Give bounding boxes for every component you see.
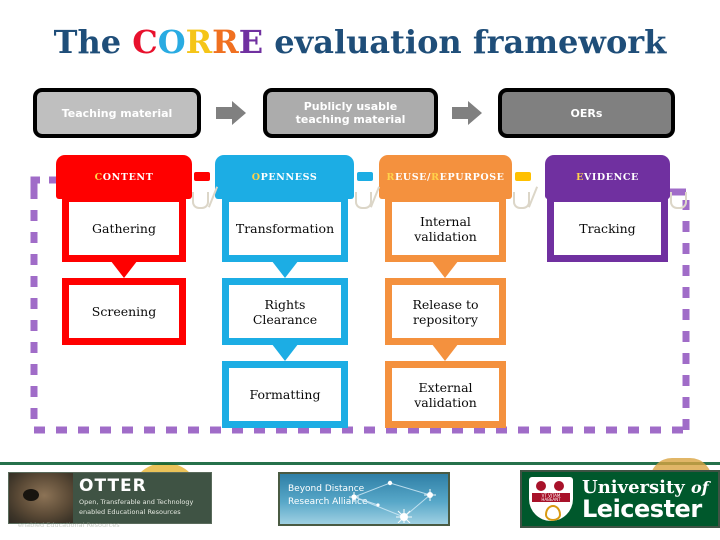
column-header-evidence-rest: VIDENCE [583,171,639,183]
process-cell-screening[interactable]: Screening [62,278,186,345]
column-header-content-initial: C [94,171,103,183]
logo-otter: OTTER Open, Transferable and Technology … [8,472,212,524]
title-prefix: The [53,23,133,61]
column-header-openness-rest: PENNESS [260,171,318,183]
header-connector-tab-2 [357,172,373,181]
logo-otter-ghost-text: enabled Educational Resources [18,521,120,529]
column-header-reuse-initial: R [386,171,395,183]
constellation-graphic-icon [349,480,436,523]
process-cell-transformation[interactable]: Transformation [222,195,348,262]
flow-box-teaching-material[interactable]: Teaching material [33,88,201,138]
logo-otter-name: OTTER [79,476,147,496]
crest-motto: VT VITAM HABEANT [532,493,570,502]
process-cell-rights-clearance-label: Rights Clearance [253,297,317,327]
process-cell-external-validation[interactable]: External validation [385,361,506,428]
process-cell-rights-clearance-line2: Clearance [252,311,318,327]
process-cell-tracking-label: Tracking [579,221,636,236]
process-cell-external-validation-line2: validation [414,394,477,410]
flow-box-oers[interactable]: OERs [498,88,675,138]
process-cell-rights-clearance-line1: Rights [264,296,306,312]
title-letter-r1: R [185,23,213,61]
logo-otter-tagline: Open, Transferable and Technology enable… [79,497,207,517]
process-cell-internal-validation-line2: validation [414,228,477,244]
process-cell-transformation-label: Transformation [235,221,335,236]
process-cell-external-validation-label: External validation [414,380,477,410]
process-cell-rights-clearance[interactable]: Rights Clearance [222,278,348,345]
connector-release-to-external-icon [428,339,462,361]
title-suffix: evaluation framework [263,23,667,61]
flow-box-publicly-usable-line2: teaching material [295,113,406,126]
crest-wyvern-icon [545,505,561,521]
header-connector-tab-1 [194,172,210,181]
process-cell-external-validation-line1: External [418,379,473,395]
process-cell-release-to-repository-label: Release to repository [413,297,479,327]
crest-rose-left-icon [536,481,546,491]
column-header-evidence-initial: E [576,171,584,183]
column-header-openness-initial: O [251,171,261,183]
flow-box-teaching-material-label: Teaching material [61,106,173,120]
title-letter-o: O [157,23,186,61]
title-letter-e: E [238,23,264,61]
logo-leicester-line2: Leicester [582,495,702,523]
logo-otter-tagline-line2: enabled Educational Resources [79,508,181,516]
logo-otter-tagline-line1: Open, Transferable and Technology [79,498,194,506]
flow-box-oers-label: OERs [570,106,603,120]
leicester-crest-icon: VT VITAM HABEANT [529,477,573,521]
flow-box-publicly-usable-line1: Publicly usable [303,100,398,113]
connector-transformation-to-rights-icon [268,256,302,278]
process-cell-internal-validation-line1: Internal [420,213,471,229]
process-cell-gathering-label: Gathering [92,221,156,236]
flow-box-publicly-usable[interactable]: Publicly usable teaching material [263,88,438,138]
header-connector-tab-3 [515,172,531,181]
process-cell-internal-validation[interactable]: Internal validation [385,195,506,262]
connector-gathering-to-screening-icon [107,256,141,278]
title-letter-r2: R [212,23,239,61]
column-header-openness[interactable]: O PENNESS [215,155,354,199]
logo-university-of-leicester: VT VITAM HABEANT University of Leicester [520,470,720,528]
process-cell-release-to-repository-line1: Release to [412,296,479,312]
process-cell-screening-label: Screening [91,304,157,319]
process-cell-gathering[interactable]: Gathering [62,195,186,262]
process-cell-release-to-repository-line2: repository [413,311,478,327]
process-cell-tracking[interactable]: Tracking [547,195,668,262]
process-cell-release-to-repository[interactable]: Release to repository [385,278,506,345]
crest-rose-right-icon [554,481,564,491]
flow-arrow-1-icon [216,101,246,125]
title-letter-c: C [132,23,158,61]
page-title: The CORRE evaluation framework [0,22,720,62]
logo-beyond-distance-research-alliance: Beyond Distance Research Alliance [278,472,450,526]
column-header-content-rest: ONTENT [102,171,154,183]
column-header-reuse-rest: EUSE/ [395,171,432,183]
input-output-flow-row: Teaching material Publicly usable teachi… [0,88,720,140]
column-header-reuse-repurpose[interactable]: R EUSE/R EPURPOSE [379,155,512,199]
column-header-repurpose-rest: EPURPOSE [439,171,505,183]
column-header-content[interactable]: C ONTENT [56,155,192,199]
footer-logo-strip: OTTER Open, Transferable and Technology … [0,455,720,540]
process-cell-internal-validation-label: Internal validation [414,214,477,244]
column-header-repurpose-initial: R [431,171,440,183]
column-header-evidence[interactable]: E VIDENCE [545,155,670,199]
otter-photo-icon [9,473,73,523]
connector-internal-to-release-icon [428,256,462,278]
connector-rights-to-formatting-icon [268,339,302,361]
flow-box-publicly-usable-label: Publicly usable teaching material [296,100,406,126]
process-cell-formatting-label: Formatting [249,387,321,402]
header-pin-4-icon [670,192,687,209]
header-pin-1-icon [192,192,209,209]
flow-arrow-2-icon [452,101,482,125]
process-cell-formatting[interactable]: Formatting [222,361,348,428]
